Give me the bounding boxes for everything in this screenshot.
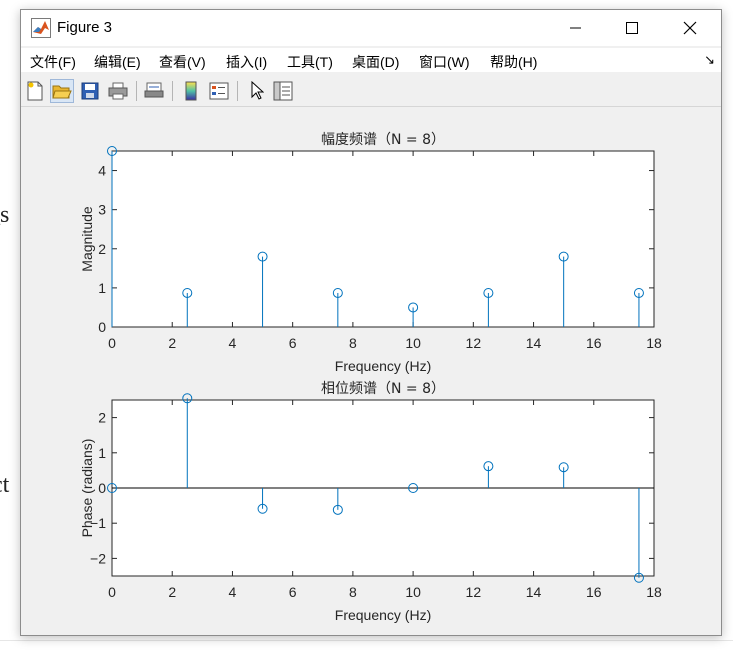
menu-edit[interactable]: 编辑(E)	[94, 52, 141, 72]
menu-view[interactable]: 查看(V)	[159, 52, 206, 72]
colorbar-icon	[185, 81, 197, 101]
x-tick-label: 2	[168, 584, 176, 600]
open-file-button[interactable]	[50, 79, 74, 103]
y-tick-label: 3	[98, 202, 106, 218]
x-tick-label: 4	[229, 335, 237, 351]
toolbar-separator	[172, 81, 173, 101]
phase-axes: 0 2 4 6 8 10 12 14 16 18−2−1012相位频谱（N = 8）Frequen…	[79, 381, 662, 623]
save-icon	[81, 82, 99, 100]
open-file-icon	[52, 85, 72, 99]
y-tick-label: 2	[98, 241, 106, 257]
maximize-icon	[626, 22, 638, 34]
close-button[interactable]	[667, 10, 713, 46]
matlab-logo-icon	[31, 18, 51, 38]
menu-insert[interactable]: 插入(I)	[226, 52, 267, 72]
x-tick-label: 8	[349, 584, 357, 600]
background-text-3: ct	[0, 472, 10, 498]
print-button[interactable]	[106, 79, 130, 103]
x-axis-label: Frequency (Hz)	[335, 358, 431, 374]
minimize-button[interactable]	[553, 10, 599, 46]
magnitude-chart-title: 幅度频谱（N = 8）	[321, 132, 445, 148]
menu-tools[interactable]: 工具(T)	[287, 52, 333, 72]
y-tick-label: 1	[98, 445, 106, 461]
y-tick-label: 0	[98, 480, 106, 496]
x-tick-label: 0	[108, 584, 116, 600]
menu-bar: 文件(F) 编辑(E) 查看(V) 插入(I) 工具(T) 桌面(D) 窗口(W…	[21, 48, 721, 72]
legend-button[interactable]	[207, 79, 231, 103]
y-tick-label: −2	[90, 550, 106, 566]
stem-plots: 0 2 4 6 8 10 12 14 16 1801234幅度频谱（N = 8）Frequency…	[79, 132, 662, 623]
menu-desktop[interactable]: 桌面(D)	[352, 52, 399, 72]
magnitude-axes: 0 2 4 6 8 10 12 14 16 1801234幅度频谱（N = 8）Frequency…	[79, 132, 662, 374]
new-figure-button[interactable]	[23, 79, 47, 103]
menu-file[interactable]: 文件(F)	[30, 52, 76, 72]
save-button[interactable]	[78, 79, 102, 103]
y-tick-label: 0	[98, 319, 106, 335]
title-bar[interactable]: Figure 3	[21, 10, 721, 46]
colorbar-button[interactable]	[179, 79, 203, 103]
dock-arrow-icon[interactable]: ↘	[704, 52, 715, 68]
x-tick-label: 14	[526, 335, 542, 351]
x-tick-label: 6	[289, 584, 297, 600]
legend-icon	[209, 82, 229, 100]
window-title: Figure 3	[57, 19, 113, 36]
link-plot-button[interactable]	[142, 79, 166, 103]
magnitude-plot-box	[111, 150, 655, 328]
figure-window: Figure 3 文件(F) 编辑(E) 查看(V) 插入(I) 工具(T) 桌…	[20, 9, 722, 636]
y-axis-label: Magnitude	[79, 206, 95, 272]
menu-help[interactable]: 帮助(H)	[490, 52, 537, 72]
background-rule	[0, 640, 733, 641]
x-tick-label: 18	[646, 335, 662, 351]
x-tick-label: 0	[108, 335, 116, 351]
toolbar-separator	[136, 81, 137, 101]
x-tick-label: 14	[526, 584, 542, 600]
y-tick-label: 1	[98, 280, 106, 296]
x-tick-label: 2	[168, 335, 176, 351]
x-tick-label: 8	[349, 335, 357, 351]
property-inspector-icon	[273, 81, 293, 101]
pointer-button[interactable]	[245, 79, 269, 103]
menu-window[interactable]: 窗口(W)	[419, 52, 470, 72]
x-tick-label: 4	[229, 584, 237, 600]
figure-canvas: 0 2 4 6 8 10 12 14 16 18 0 1 2 3 4 幅度频谱（N = 8） Frequency…	[21, 107, 721, 635]
toolbar-separator	[237, 81, 238, 101]
x-tick-label: 16	[586, 584, 602, 600]
x-tick-label: 10	[405, 584, 421, 600]
close-icon	[683, 21, 697, 35]
phase-chart-title: 相位频谱（N = 8）	[321, 381, 445, 397]
figure-toolbar	[21, 76, 721, 107]
x-tick-label: 12	[466, 335, 482, 351]
property-inspector-button[interactable]	[271, 79, 295, 103]
x-tick-label: 18	[646, 584, 662, 600]
background-text-1: _s	[0, 202, 10, 228]
x-tick-label: 10	[405, 335, 421, 351]
x-tick-label: 6	[289, 335, 297, 351]
y-axis-label: Phase (radians)	[79, 439, 95, 538]
y-tick-label: 4	[98, 163, 106, 179]
new-figure-icon	[27, 81, 43, 101]
x-tick-label: 16	[586, 335, 602, 351]
print-icon	[108, 82, 128, 100]
pointer-icon	[251, 81, 264, 100]
minimize-icon	[570, 27, 581, 29]
link-plot-icon	[144, 82, 164, 98]
x-tick-label: 12	[466, 584, 482, 600]
maximize-button[interactable]	[609, 10, 655, 46]
y-tick-label: 2	[98, 410, 106, 426]
x-axis-label: Frequency (Hz)	[335, 607, 431, 623]
